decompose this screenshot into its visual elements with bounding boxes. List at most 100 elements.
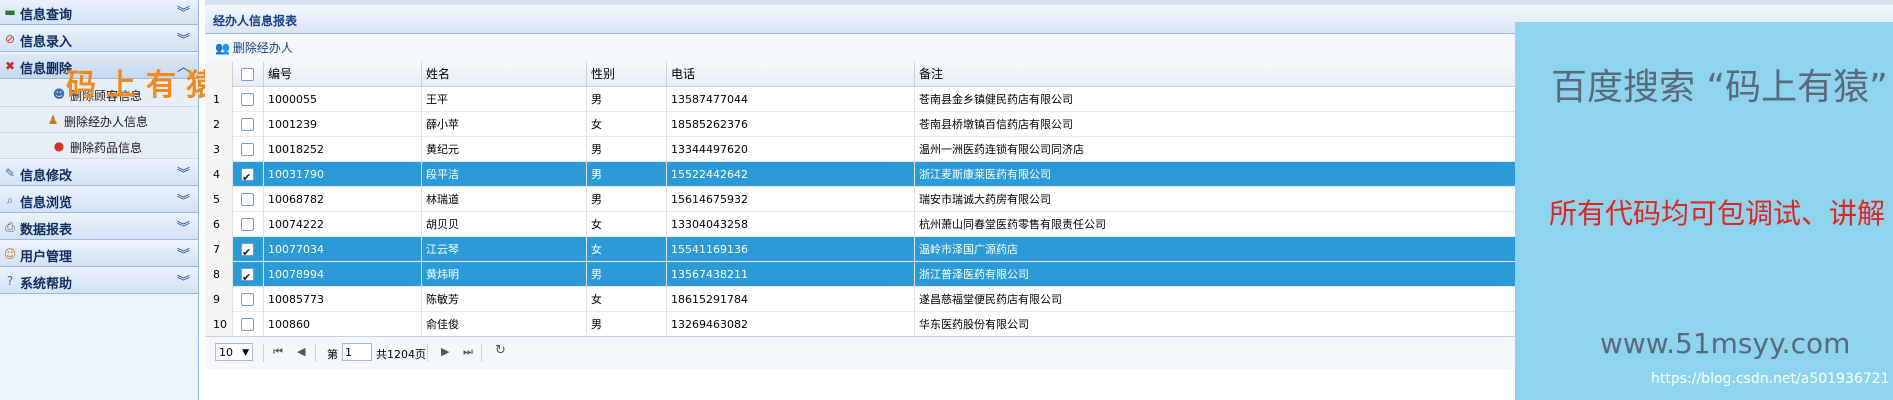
cell-sex: 女 bbox=[587, 287, 667, 312]
page-number-input[interactable]: 1 bbox=[342, 343, 372, 361]
cell-sex: 女 bbox=[587, 212, 667, 237]
expand-icon[interactable]: ︾ bbox=[177, 2, 190, 21]
cell-phone: 15614675932 bbox=[667, 187, 915, 212]
header-select-all[interactable] bbox=[233, 62, 264, 87]
column-header[interactable]: 电话 bbox=[667, 62, 915, 87]
cell-phone: 13344497620 bbox=[667, 137, 915, 162]
prev-page-icon[interactable]: ◀ bbox=[297, 345, 305, 358]
sidebar-section-2[interactable]: ⊘ 信息录入 ︾ bbox=[0, 27, 198, 52]
pager-separator bbox=[481, 344, 482, 362]
page-total: 共1204页 bbox=[376, 348, 426, 361]
row-select-cell[interactable] bbox=[233, 287, 264, 312]
expand-icon[interactable]: ︾ bbox=[177, 244, 190, 263]
cell-phone: 13587477044 bbox=[667, 87, 915, 112]
sidebar-section-label: 系统帮助 bbox=[20, 277, 73, 292]
cell-name: 江云琴 bbox=[422, 237, 587, 262]
cell-phone: 18615291784 bbox=[667, 287, 915, 312]
cell-id: 10077034 bbox=[264, 237, 422, 262]
expand-icon[interactable]: ︾ bbox=[177, 190, 190, 209]
expand-icon[interactable]: ︾ bbox=[177, 271, 190, 290]
cell-id: 10074222 bbox=[264, 212, 422, 237]
row-number: 1 bbox=[205, 87, 233, 112]
help-icon: ? bbox=[6, 274, 14, 288]
refresh-icon[interactable]: ↻ bbox=[495, 343, 506, 358]
row-checkbox[interactable] bbox=[241, 118, 254, 131]
cell-name: 段平洁 bbox=[422, 162, 587, 187]
row-select-cell[interactable] bbox=[233, 312, 264, 337]
user-icon: ☺ bbox=[3, 247, 17, 261]
delete-x-icon: ✖ bbox=[4, 59, 16, 73]
cell-id: 100860 bbox=[264, 312, 422, 337]
pill-icon: ● bbox=[53, 139, 65, 153]
cell-name: 胡贝贝 bbox=[422, 212, 587, 237]
expand-icon[interactable]: ︾ bbox=[177, 217, 190, 236]
row-checkbox[interactable] bbox=[241, 93, 254, 106]
next-page-icon[interactable]: ▶ bbox=[441, 345, 449, 358]
select-all-checkbox[interactable] bbox=[241, 68, 254, 81]
sidebar-subitem-2[interactable]: ♟ 删除经办人信息 bbox=[0, 107, 198, 133]
row-select-cell[interactable] bbox=[233, 212, 264, 237]
pencil-icon: ✎ bbox=[4, 166, 16, 180]
row-checkbox[interactable] bbox=[241, 318, 254, 331]
row-select-cell[interactable] bbox=[233, 262, 264, 287]
sidebar-section-label: 信息修改 bbox=[20, 169, 73, 184]
customer-icon: ☻ bbox=[52, 87, 66, 101]
sidebar-section-1[interactable]: ▬ 信息查询 ︾ bbox=[0, 0, 198, 25]
sidebar-section-label: 信息删除 bbox=[20, 62, 73, 77]
page-prefix: 第 bbox=[327, 348, 338, 361]
row-checkbox[interactable] bbox=[241, 265, 254, 287]
column-header[interactable]: 姓名 bbox=[422, 62, 587, 87]
cell-id: 10068782 bbox=[264, 187, 422, 212]
sidebar-section-6[interactable]: ⎙ 数据报表 ︾ bbox=[0, 215, 198, 240]
sidebar-section-label: 数据报表 bbox=[20, 223, 73, 238]
header-rownum bbox=[205, 62, 233, 87]
row-select-cell[interactable] bbox=[233, 87, 264, 112]
magnifier-icon: ⌕ bbox=[6, 193, 14, 207]
cell-phone: 13567438211 bbox=[667, 262, 915, 287]
cell-sex: 男 bbox=[587, 87, 667, 112]
column-header[interactable]: 性别 bbox=[587, 62, 667, 87]
row-select-cell[interactable] bbox=[233, 137, 264, 162]
edit-circle-icon: ⊘ bbox=[4, 32, 16, 46]
cell-id: 10031790 bbox=[264, 162, 422, 187]
cell-sex: 女 bbox=[587, 112, 667, 137]
cell-name: 俞佳俊 bbox=[422, 312, 587, 337]
sidebar-section-4[interactable]: ✎ 信息修改 ︾ bbox=[0, 161, 198, 186]
printer-icon: ⎙ bbox=[5, 220, 15, 234]
page-size-value: 10 bbox=[219, 346, 233, 359]
cell-sex: 男 bbox=[587, 262, 667, 287]
sidebar-section-8[interactable]: ? 系统帮助 ︾ bbox=[0, 269, 198, 294]
cell-phone: 15522442642 bbox=[667, 162, 915, 187]
sidebar-subitem-3[interactable]: ● 删除药品信息 bbox=[0, 133, 198, 159]
expand-icon[interactable]: ︾ bbox=[177, 163, 190, 182]
expand-icon[interactable]: ︾ bbox=[177, 29, 190, 48]
row-select-cell[interactable] bbox=[233, 162, 264, 187]
row-select-cell[interactable] bbox=[233, 112, 264, 137]
sidebar-section-5[interactable]: ⌕ 信息浏览 ︾ bbox=[0, 188, 198, 213]
delete-agent-button[interactable]: 👥 删除经办人 bbox=[215, 39, 293, 57]
column-header[interactable]: 编号 bbox=[264, 62, 422, 87]
row-select-cell[interactable] bbox=[233, 237, 264, 262]
row-checkbox[interactable] bbox=[241, 193, 254, 206]
sidebar-section-label: 信息录入 bbox=[20, 35, 73, 50]
row-checkbox[interactable] bbox=[241, 165, 254, 187]
page-size-select[interactable]: 10 ▼ bbox=[215, 343, 253, 361]
last-page-icon[interactable]: ⏭ bbox=[463, 345, 473, 359]
row-number: 5 bbox=[205, 187, 233, 212]
row-checkbox[interactable] bbox=[241, 218, 254, 231]
row-number: 4 bbox=[205, 162, 233, 187]
row-number: 10 bbox=[205, 312, 233, 337]
first-page-icon[interactable]: ⏮ bbox=[273, 345, 283, 359]
sidebar-subitem-label: 删除药品信息 bbox=[70, 141, 143, 155]
row-number: 2 bbox=[205, 112, 233, 137]
sidebar-section-7[interactable]: ☺ 用户管理 ︾ bbox=[0, 242, 198, 267]
row-number: 8 bbox=[205, 262, 233, 287]
row-checkbox[interactable] bbox=[241, 293, 254, 306]
cell-id: 1000055 bbox=[264, 87, 422, 112]
screen-icon: ▬ bbox=[4, 5, 16, 19]
row-number: 3 bbox=[205, 137, 233, 162]
row-number: 7 bbox=[205, 237, 233, 262]
row-select-cell[interactable] bbox=[233, 187, 264, 212]
row-checkbox[interactable] bbox=[241, 240, 254, 262]
row-checkbox[interactable] bbox=[241, 143, 254, 156]
